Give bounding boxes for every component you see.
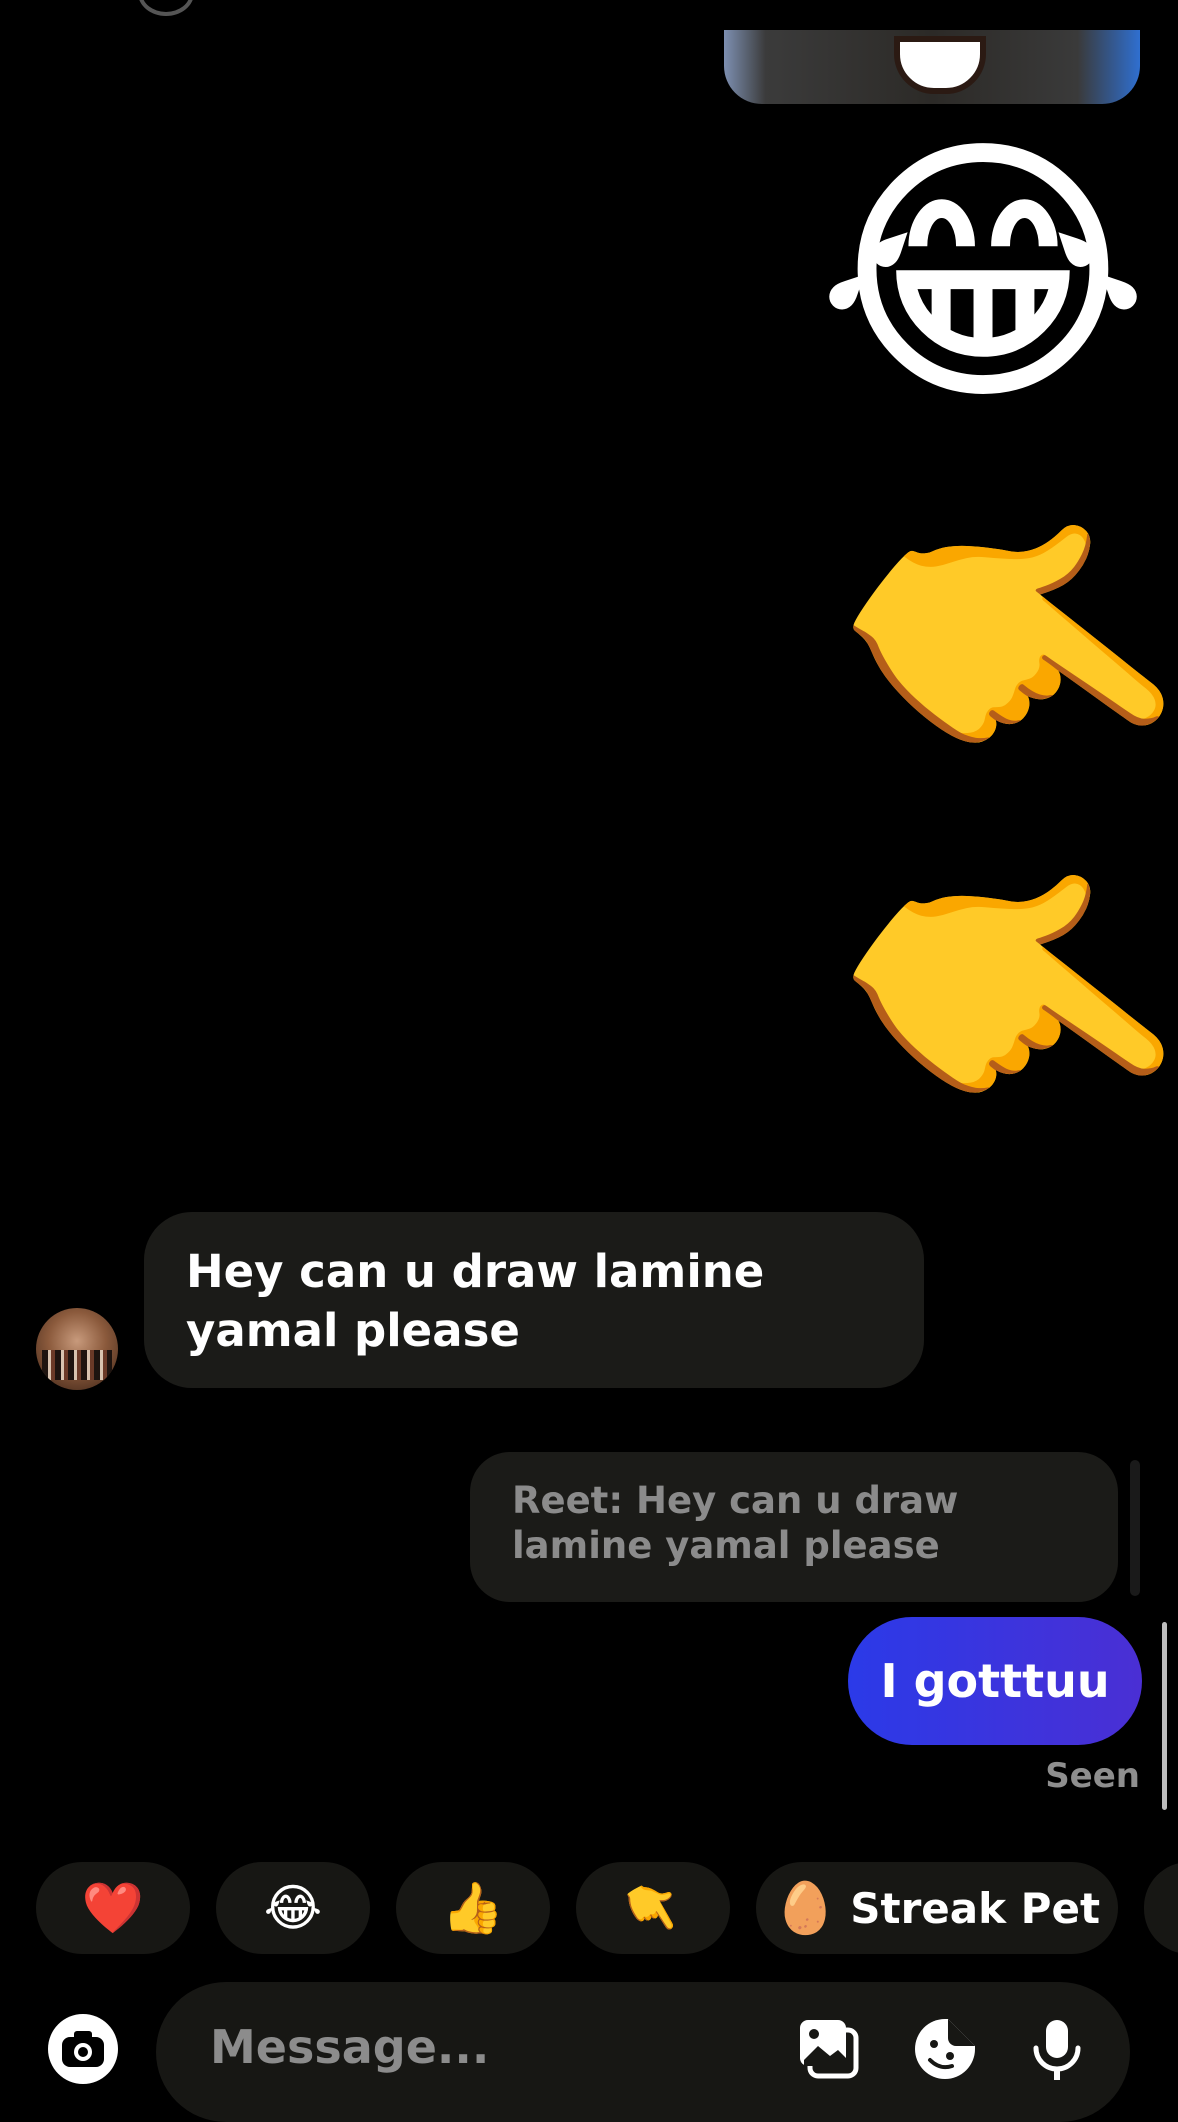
sent-message-bubble[interactable]: I gotttuu bbox=[848, 1617, 1142, 1745]
quick-reaction-laughing[interactable]: 😂 bbox=[216, 1862, 370, 1954]
microphone-icon[interactable] bbox=[1024, 2016, 1090, 2082]
quick-reaction-pointing[interactable]: 👆 bbox=[576, 1862, 730, 1954]
quick-reaction-heart[interactable]: ❤️ bbox=[36, 1862, 190, 1954]
emoji-message-pointing[interactable]: 👉 bbox=[772, 760, 1178, 1241]
avatar-photo bbox=[42, 1350, 112, 1380]
top-avatar-ring bbox=[138, 0, 194, 16]
quick-reaction-more[interactable] bbox=[1144, 1862, 1178, 1954]
heart-icon: ❤️ bbox=[81, 1878, 145, 1937]
reply-quote-text: Reet: Hey can u draw lamine yamal please bbox=[512, 1479, 959, 1567]
image-content bbox=[894, 36, 986, 94]
scrollbar[interactable] bbox=[1162, 1622, 1167, 1810]
received-message-text: Hey can u draw lamine yamal please bbox=[186, 1245, 765, 1357]
reply-quote-bubble[interactable]: Reet: Hey can u draw lamine yamal please bbox=[470, 1452, 1118, 1602]
camera-button[interactable] bbox=[48, 2014, 118, 2084]
sender-avatar[interactable] bbox=[36, 1308, 118, 1390]
streak-pet-label: Streak Pet bbox=[850, 1883, 1101, 1933]
received-message-bubble[interactable]: Hey can u draw lamine yamal please bbox=[144, 1212, 924, 1388]
message-input[interactable] bbox=[208, 2010, 752, 2084]
streak-pet-button[interactable]: 🥚 Streak Pet bbox=[756, 1862, 1118, 1954]
sent-message-text: I gotttuu bbox=[880, 1654, 1110, 1708]
quick-reaction-thumbs-up[interactable]: 👍 bbox=[396, 1862, 550, 1954]
laughing-emoji-icon: 😂 bbox=[263, 1879, 323, 1937]
thumbs-up-icon: 👍 bbox=[441, 1878, 505, 1937]
sticker-icon[interactable] bbox=[912, 2016, 978, 2082]
gallery-icon[interactable] bbox=[796, 2016, 862, 2082]
message-composer bbox=[156, 1982, 1130, 2122]
egg-icon: 🥚 bbox=[773, 1878, 837, 1937]
shared-image-message[interactable] bbox=[724, 30, 1140, 104]
camera-icon bbox=[62, 2031, 104, 2067]
seen-status: Seen bbox=[1045, 1756, 1140, 1796]
pointing-hand-icon: 👆 bbox=[611, 1867, 695, 1950]
emoji-message-laughing[interactable]: 😂 bbox=[816, 132, 1150, 418]
reply-indicator-bar bbox=[1130, 1460, 1140, 1596]
